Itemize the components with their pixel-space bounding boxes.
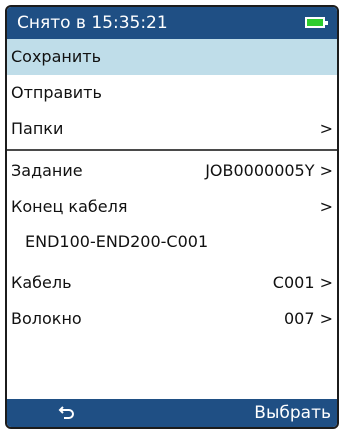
cable-end-value-row: END100-END200-C001 — [7, 225, 337, 259]
chevron-right-icon: > — [319, 197, 333, 216]
battery-icon — [305, 17, 328, 28]
cable-end-value: END100-END200-C001 — [25, 232, 209, 251]
device-screen: Снято в 15:35:21 Сохранить Отправить Пап… — [5, 5, 339, 429]
cable-label: Кабель — [11, 273, 72, 292]
menu-item-save-label: Сохранить — [11, 47, 101, 66]
select-button[interactable]: Выбрать — [254, 399, 331, 427]
fiber-row[interactable]: Волокно 007 > — [7, 301, 337, 337]
section-divider — [7, 149, 337, 151]
device-frame: Снято в 15:35:21 Сохранить Отправить Пап… — [0, 0, 342, 429]
capture-time-title: Снято в 15:35:21 — [17, 13, 168, 33]
menu-item-folders[interactable]: Папки > — [7, 111, 337, 147]
menu-item-send[interactable]: Отправить — [7, 75, 337, 111]
cable-value: C001 > — [272, 273, 333, 292]
back-arrow-icon[interactable] — [57, 403, 77, 423]
cable-end-row[interactable]: Конец кабеля > — [7, 189, 337, 225]
menu-item-folders-label: Папки — [11, 119, 64, 138]
menu-item-send-label: Отправить — [11, 83, 102, 102]
soft-key-bar: Выбрать — [7, 399, 337, 427]
chevron-right-icon: > — [319, 119, 333, 138]
menu-item-save[interactable]: Сохранить — [7, 39, 337, 75]
cable-end-label: Конец кабеля — [11, 197, 128, 216]
fiber-label: Волокно — [11, 309, 82, 328]
job-label: Задание — [11, 161, 83, 180]
job-value: JOB0000005Y > — [205, 161, 333, 180]
cable-row[interactable]: Кабель C001 > — [7, 265, 337, 301]
fiber-value: 007 > — [283, 309, 333, 328]
title-bar: Снято в 15:35:21 — [7, 7, 337, 39]
job-row[interactable]: Задание JOB0000005Y > — [7, 153, 337, 189]
